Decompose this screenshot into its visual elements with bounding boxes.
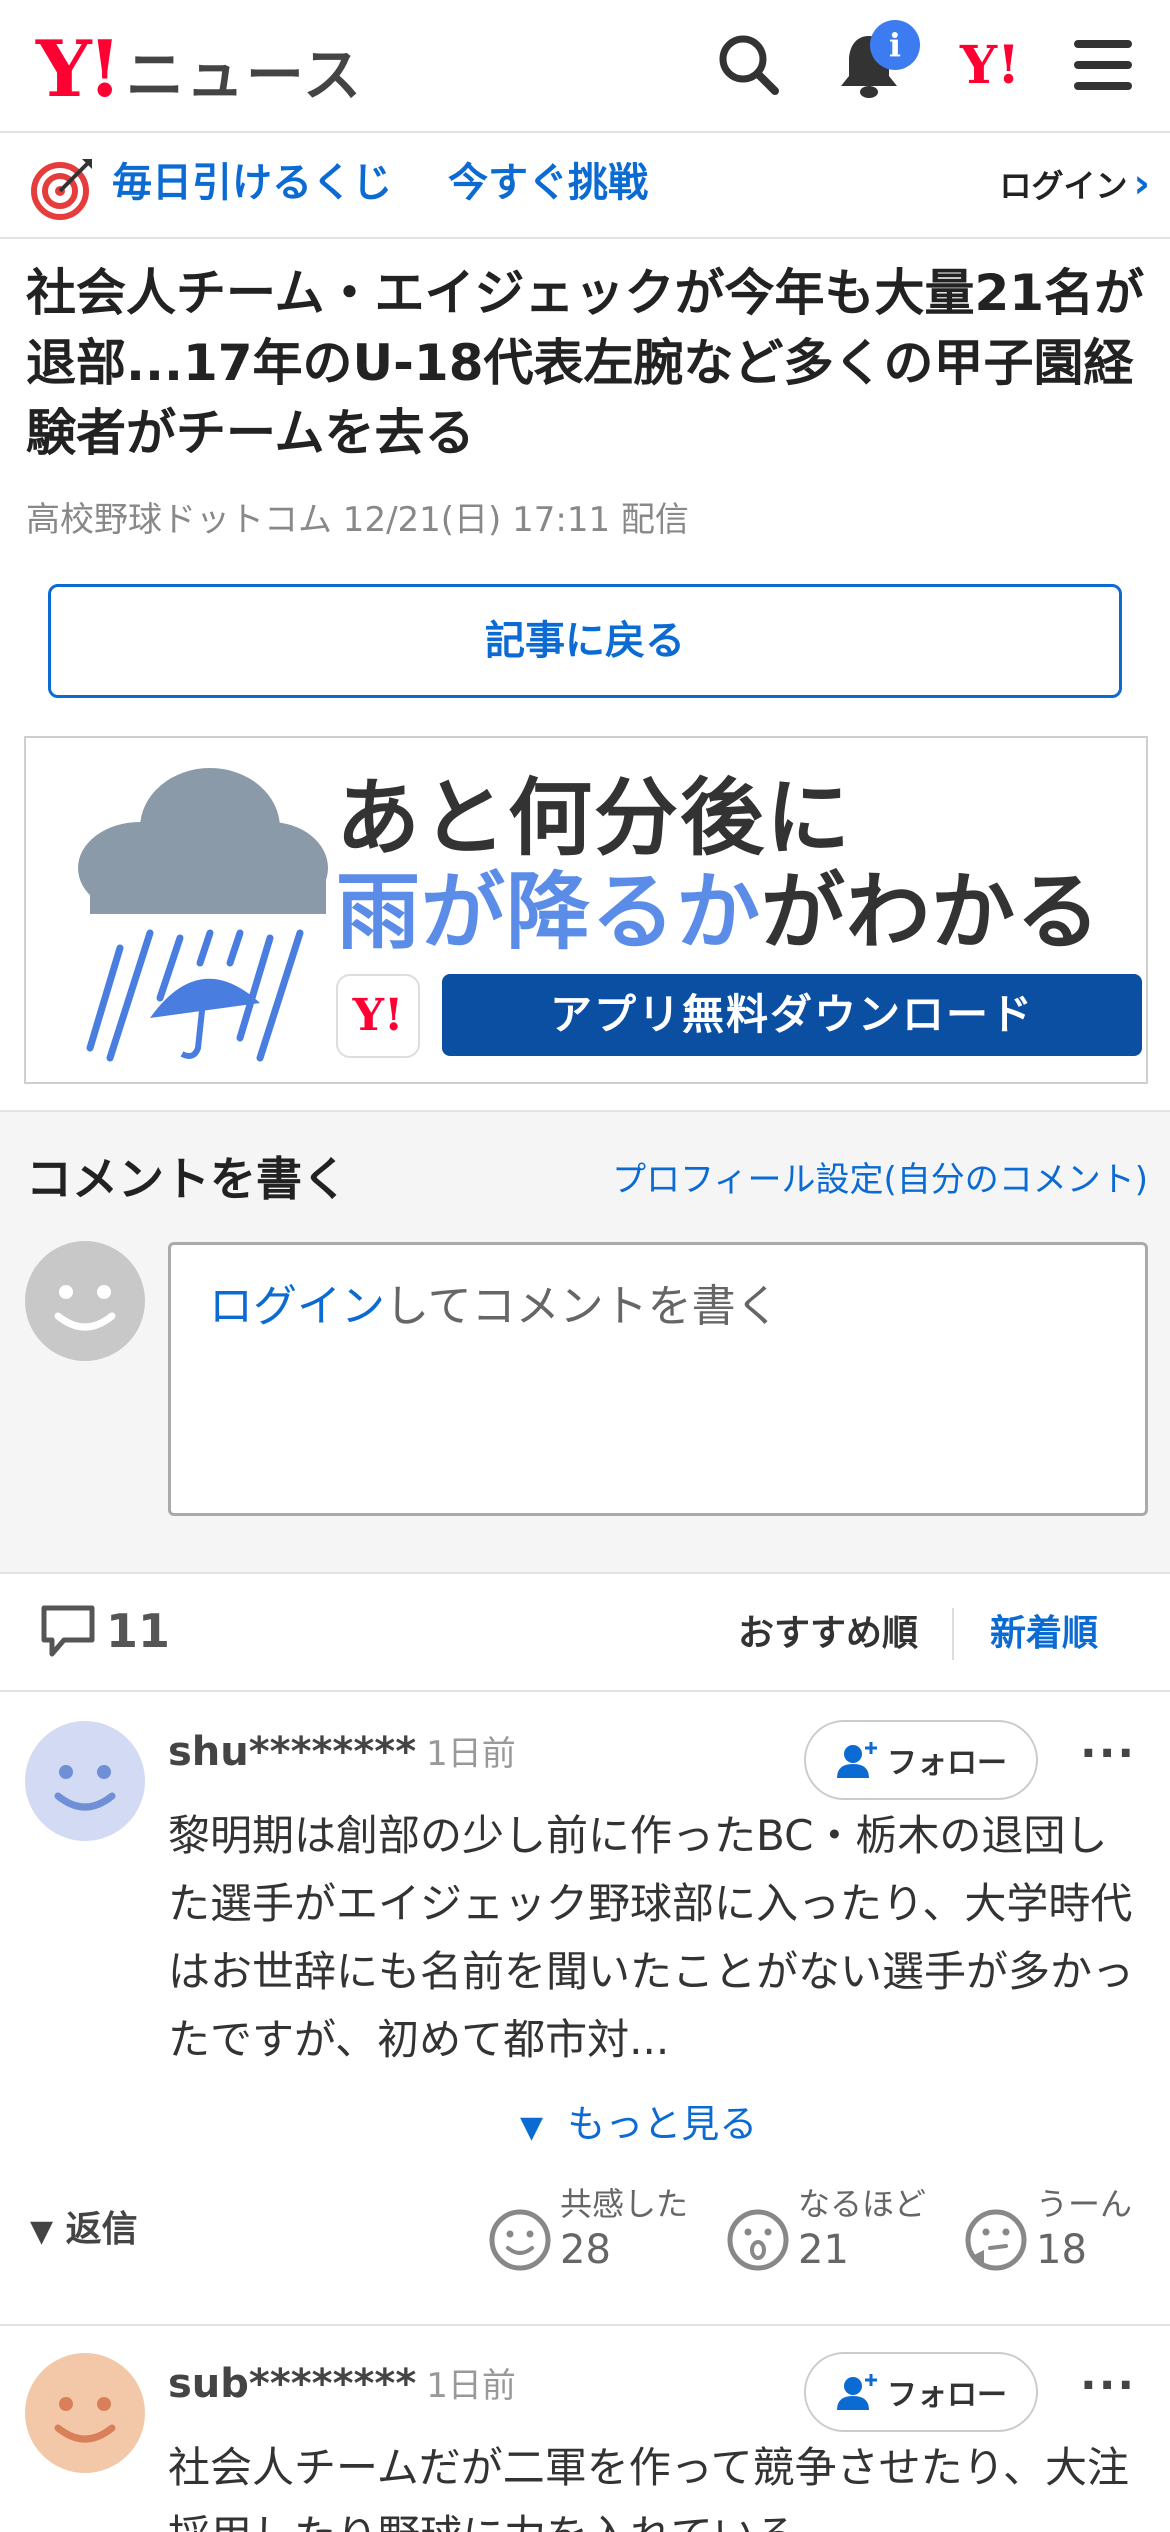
rain-umbrella-icon [70, 758, 330, 1072]
see-more-link[interactable]: ▼ もっと見る [520, 2096, 757, 2156]
comment-item: sub******** 1日前 フォロー ··· 社会人チームだが二軍を作って競争… [0, 2326, 1170, 2532]
reaction-label: うーん [1036, 2185, 1133, 2223]
more-options-icon[interactable]: ··· [1080, 1724, 1136, 1784]
reply-label: 返信 [65, 2209, 138, 2250]
user-avatar [24, 1240, 146, 1366]
follow-label: フォロー [887, 2378, 1007, 2413]
menu-icon[interactable] [1066, 28, 1140, 102]
app-download-button[interactable]: アプリ無料ダウンロード [442, 974, 1142, 1056]
yahoo-home-icon[interactable]: Y! [950, 28, 1030, 102]
reaction-hmm-text: うーん 18 [1036, 2182, 1132, 2274]
yahoo-mark: Y! [960, 34, 1020, 96]
profile-settings-link[interactable]: プロフィール設定(自分のコメント) [612, 1152, 1148, 1208]
login-link[interactable]: ログイン › [1000, 159, 1151, 211]
smile-icon [489, 2209, 551, 2271]
ad-headline-1: あと何分後に [336, 769, 853, 867]
lottery-text[interactable]: 毎日引けるくじ [112, 155, 392, 211]
add-user-icon [837, 2374, 877, 2410]
reaction-count: 18 [1036, 2227, 1087, 2273]
see-more-label: もっと見る [567, 2102, 758, 2146]
commenter-name[interactable]: sub******** 1日前 [168, 2356, 516, 2414]
target-icon [30, 155, 96, 225]
back-to-article-button[interactable]: 記事に戻る [48, 584, 1122, 698]
comment-input[interactable]: ログインしてコメントを書く [168, 1242, 1148, 1516]
write-comment-title: コメントを書く [26, 1152, 348, 1206]
commenter-name[interactable]: shu******** 1日前 [168, 1724, 516, 1782]
reaction-hmm[interactable]: うーん 18 [962, 2182, 1132, 2274]
article-meta: 高校野球ドットコム 12/21(日) 17:11 配信 [26, 500, 689, 540]
notification-badge: i [870, 20, 920, 70]
yahoo-app-icon: Y! [336, 974, 420, 1058]
reaction-count: 28 [560, 2227, 611, 2273]
reply-toggle[interactable]: ▼ 返信 [30, 2202, 138, 2260]
comment-time: 1日前 [426, 2366, 516, 2406]
article-title: 社会人チーム・エイジェックが今年も大量21名が退部...17年のU-18代表左腕… [26, 264, 1145, 462]
comment-sort-bar: 11 おすすめ順 新着順 [0, 1576, 1170, 1692]
comment-body: 社会人チームだが二軍を作って競争させたり、大注採用したり野球に力を入れている [168, 2443, 1129, 2532]
login-label: ログイン [999, 167, 1128, 205]
logo-news-text: ニュース [125, 41, 364, 109]
ad-headline-2: 雨が降るかがわかる [336, 862, 1101, 962]
placeholder-rest: してコメントを書く [385, 1281, 780, 1332]
comment-input-placeholder: ログインしてコメントを書く [209, 1275, 780, 1339]
login-inline-link[interactable]: ログイン [209, 1281, 385, 1332]
commenter-username: sub******** [168, 2361, 417, 2407]
write-comment-section: コメントを書く プロフィール設定(自分のコメント) ログインしてコメントを書く [0, 1110, 1170, 1574]
chevron-right-icon: › [1133, 161, 1150, 207]
reaction-insight-text: なるほど 21 [798, 2182, 926, 2274]
comment-body: 黎明期は創部の少し前に作ったBC・栃木の退団した選手がエイジェック野球部に入った… [168, 1811, 1135, 2064]
comment-time: 1日前 [426, 1734, 516, 1774]
follow-button[interactable]: フォロー [804, 1720, 1038, 1800]
reaction-count: 21 [798, 2227, 849, 2273]
sort-divider [952, 1608, 954, 1660]
triangle-down-icon: ▼ [520, 2110, 544, 2145]
ad-headline-2-rest: がわかる [761, 863, 1102, 961]
commenter-avatar[interactable] [24, 1720, 146, 1846]
reaction-empathy-text: 共感した 28 [560, 2182, 688, 2274]
app-header: Y! ニュース i Y! [0, 0, 1170, 133]
sort-recommended[interactable]: おすすめ順 [738, 1606, 918, 1662]
yahoo-news-logo[interactable]: Y! ニュース [36, 28, 363, 112]
follow-button[interactable]: フォロー [804, 2352, 1038, 2432]
comment-count: 11 [40, 1604, 170, 1658]
reaction-empathy[interactable]: 共感した 28 [486, 2182, 688, 2274]
thinking-icon [965, 2209, 1027, 2271]
comment-icon [41, 1605, 95, 1657]
yahoo-logo-mark: Y! [36, 24, 122, 115]
reaction-label: 共感した [560, 2185, 689, 2223]
weather-app-ad[interactable]: あと何分後に 雨が降るかがわかる Y! アプリ無料ダウンロード [24, 736, 1148, 1084]
ad-headline-2-highlight: 雨が降るか [336, 863, 762, 961]
commenter-username: shu******** [168, 1729, 417, 1775]
comment-count-value: 11 [106, 1604, 171, 1658]
triangle-down-icon: ▼ [30, 2214, 54, 2249]
reaction-insight[interactable]: なるほど 21 [724, 2182, 926, 2274]
more-options-icon[interactable]: ··· [1080, 2356, 1136, 2416]
follow-label: フォロー [887, 1746, 1007, 1781]
search-icon[interactable] [712, 28, 786, 102]
lottery-banner[interactable]: 毎日引けるくじ 今すぐ挑戦 ログイン › [0, 135, 1170, 239]
commenter-avatar[interactable] [24, 2352, 146, 2478]
surprised-icon [727, 2209, 789, 2271]
sort-newest[interactable]: 新着順 [990, 1606, 1098, 1662]
lottery-challenge-link[interactable]: 今すぐ挑戦 [448, 155, 648, 211]
comment-item: shu******** 1日前 フォロー ··· 黎明期は創部の少し前に作ったBC… [0, 1694, 1170, 2324]
add-user-icon [837, 1742, 877, 1778]
reaction-label: なるほど [798, 2185, 927, 2223]
